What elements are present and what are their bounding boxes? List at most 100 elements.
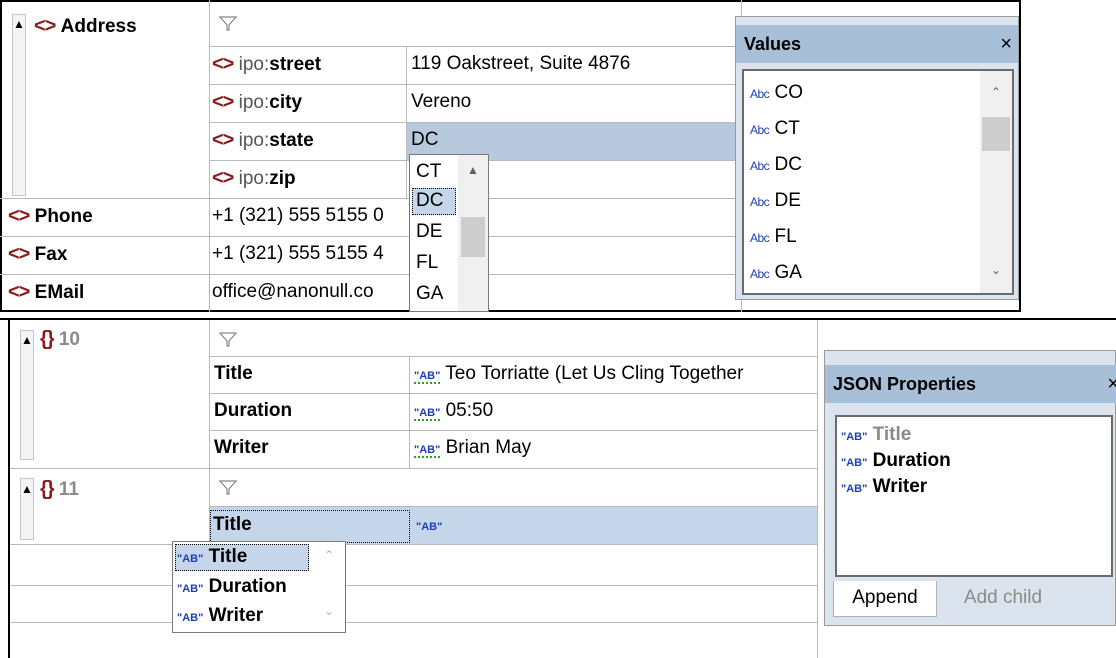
abc-type-icon: Abc: [750, 231, 770, 245]
value-item[interactable]: Abc DE: [750, 189, 801, 214]
dropdown-item[interactable]: "AB" Writer: [177, 604, 263, 630]
json-value-title[interactable]: "AB" Teo Torriatte (Let Us Cling Togethe…: [414, 363, 816, 387]
string-type-icon: "AB": [177, 553, 204, 565]
values-scrollbar[interactable]: ⌃ ⌄: [980, 71, 1012, 293]
values-panel-title: Values: [744, 34, 802, 54]
collapse-triangle-icon[interactable]: ▲: [21, 333, 33, 347]
dropdown-item[interactable]: "AB" Title: [177, 545, 247, 571]
abc-type-icon: Abc: [750, 159, 770, 173]
tab-add-child[interactable]: Add child: [943, 581, 1063, 617]
email-element[interactable]: <> EMail: [8, 281, 84, 304]
scroll-up-icon[interactable]: ⌃: [313, 548, 345, 562]
element-icon: <>: [212, 91, 234, 113]
string-type-icon: "AB": [416, 521, 443, 533]
field-prefix: ipo:: [238, 130, 270, 151]
field-zip[interactable]: <> ipo:zip: [212, 167, 296, 190]
dropdown-item[interactable]: CT: [416, 160, 441, 184]
fax-value[interactable]: +1 (321) 555 5155 4: [212, 243, 408, 265]
json-value-writer[interactable]: "AB" Brian May: [414, 437, 531, 461]
close-icon[interactable]: ×: [1107, 365, 1116, 403]
json-key-title[interactable]: Title: [214, 363, 253, 385]
property-item-disabled[interactable]: "AB" Title: [841, 423, 911, 449]
value-item[interactable]: Abc CT: [750, 117, 800, 142]
address-element[interactable]: <> Address: [34, 15, 137, 38]
abc-type-icon: Abc: [750, 267, 770, 281]
element-icon: <>: [8, 281, 30, 303]
element-icon: <>: [8, 243, 30, 265]
field-prefix: ipo:: [238, 92, 270, 113]
element-icon: <>: [34, 15, 56, 37]
value-item[interactable]: Abc GA: [750, 261, 802, 286]
string-value-cell[interactable]: "AB": [416, 514, 442, 538]
key-dropdown[interactable]: "AB" Title "AB" Duration "AB" Writer ⌃ ⌄: [172, 541, 346, 633]
value-text: DE: [774, 190, 801, 211]
values-list[interactable]: Abc CO Abc CT Abc DC Abc DE Abc FL Abc G…: [742, 69, 1014, 295]
dropdown-item[interactable]: DC: [416, 189, 443, 213]
json-properties-list[interactable]: "AB" Title "AB" Duration "AB" Writer: [835, 415, 1113, 577]
value-text: DC: [774, 154, 802, 175]
item-text: Title: [208, 546, 248, 567]
object-icon: {}: [40, 478, 55, 500]
json-object-11[interactable]: {} 11: [40, 478, 79, 501]
address-label: Address: [60, 16, 137, 37]
object-index: 10: [58, 329, 80, 350]
item10-collapse-toggle[interactable]: [20, 330, 34, 460]
phone-element[interactable]: <> Phone: [8, 205, 93, 228]
email-value[interactable]: office@nanonull.co: [212, 281, 408, 303]
dropdown-item[interactable]: "AB" Duration: [177, 575, 287, 601]
collapse-triangle-icon[interactable]: ▲: [21, 482, 33, 496]
json-key-title-editing[interactable]: Title: [213, 514, 252, 536]
field-street[interactable]: <> ipo:street: [212, 53, 321, 76]
json-object-10[interactable]: {} 10: [40, 328, 80, 351]
dropdown-item[interactable]: GA: [416, 282, 443, 306]
scroll-up-icon[interactable]: ▲: [458, 163, 488, 177]
close-icon[interactable]: ×: [1000, 25, 1012, 63]
address-collapse-toggle[interactable]: [12, 14, 26, 196]
json-value-duration[interactable]: "AB" 05:50: [414, 400, 493, 424]
property-item[interactable]: "AB" Duration: [841, 449, 951, 475]
value-item[interactable]: Abc CO: [750, 81, 803, 106]
scroll-up-icon[interactable]: ⌃: [980, 85, 1012, 99]
value-item[interactable]: Abc DC: [750, 153, 802, 178]
json-key-writer[interactable]: Writer: [214, 437, 269, 459]
string-type-icon: "AB": [841, 483, 868, 495]
element-icon: <>: [8, 205, 30, 227]
value-item[interactable]: Abc FL: [750, 225, 797, 250]
field-state[interactable]: <> ipo:state: [212, 129, 314, 152]
field-prefix: ipo:: [238, 168, 270, 189]
filter-icon[interactable]: [219, 332, 237, 348]
dropdown-scrollbar[interactable]: ⌃ ⌄: [313, 542, 345, 632]
value-text: FL: [774, 226, 797, 247]
filter-icon[interactable]: [219, 16, 237, 32]
dropdown-scrollbar[interactable]: ▲: [458, 155, 488, 311]
street-value[interactable]: 119 Oakstreet, Suite 4876: [411, 53, 630, 75]
state-dropdown[interactable]: CT DC DE FL GA ▲: [409, 154, 489, 312]
scroll-down-icon[interactable]: ⌄: [980, 263, 1012, 277]
scroll-thumb[interactable]: [461, 217, 485, 257]
fax-label: Fax: [34, 244, 68, 265]
json-properties-panel: JSON Properties × "AB" Title "AB" Durati…: [824, 350, 1116, 626]
scroll-thumb[interactable]: [982, 117, 1010, 151]
string-type-icon: "AB": [414, 407, 441, 421]
fax-element[interactable]: <> Fax: [8, 243, 67, 266]
element-icon: <>: [212, 167, 234, 189]
dropdown-item[interactable]: DE: [416, 220, 442, 244]
scroll-down-icon[interactable]: ⌄: [313, 604, 345, 618]
phone-value[interactable]: +1 (321) 555 5155 0: [212, 205, 408, 227]
city-value[interactable]: Vereno: [411, 91, 471, 113]
field-city[interactable]: <> ipo:city: [212, 91, 302, 114]
json-panel-header: JSON Properties ×: [825, 365, 1116, 403]
item-text: Writer: [872, 476, 928, 497]
item-text: Title: [872, 424, 912, 445]
field-name: city: [269, 92, 303, 113]
value-text: Brian May: [445, 437, 532, 458]
collapse-triangle-icon[interactable]: ▲: [13, 17, 25, 31]
value-text: Teo Torriatte (Let Us Cling Together: [445, 363, 744, 384]
state-value[interactable]: DC: [411, 129, 438, 151]
property-item[interactable]: "AB" Writer: [841, 475, 927, 501]
field-prefix: ipo:: [238, 54, 270, 75]
filter-icon[interactable]: [219, 480, 237, 496]
dropdown-item[interactable]: FL: [416, 251, 438, 275]
json-key-duration[interactable]: Duration: [214, 400, 292, 422]
tab-append[interactable]: Append: [833, 581, 937, 617]
